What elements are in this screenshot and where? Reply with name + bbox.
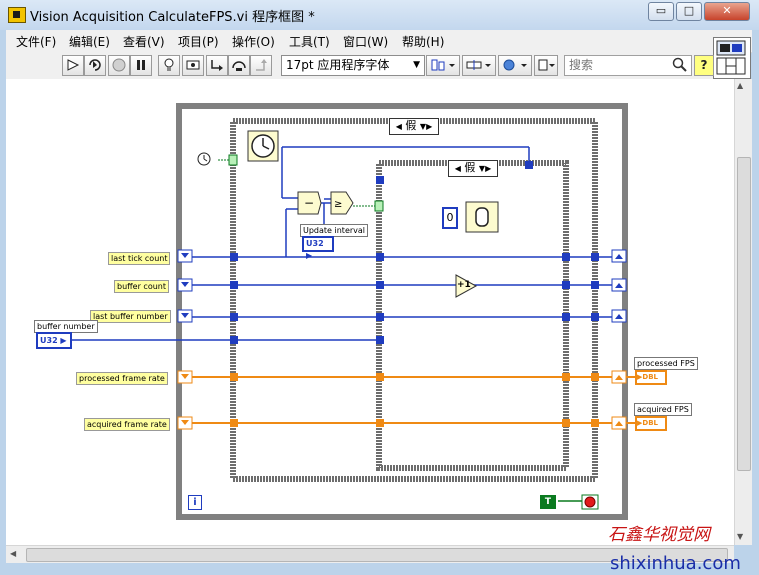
- labview-vi-icon: [8, 7, 26, 23]
- window-title: Vision Acquisition CalculateFPS.vi 程序框图 …: [30, 10, 315, 25]
- iteration-terminal[interactable]: i: [188, 495, 202, 510]
- align-objects-icon[interactable]: [426, 55, 460, 76]
- processed-fps-type: DBL: [642, 373, 658, 381]
- run-continuously-icon[interactable]: [84, 55, 106, 76]
- step-over-icon[interactable]: [228, 55, 250, 76]
- acquired-fps-indicator[interactable]: ▶DBL: [635, 416, 667, 431]
- watermark-url: shixinhua.com: [610, 553, 741, 574]
- block-diagram-canvas[interactable]: − ≥ ◀ 假 ▼▶ ◀ 假 ▼▶ 0 +1 last tick count b…: [6, 79, 734, 545]
- numeric-constant[interactable]: 0: [442, 207, 458, 229]
- menu-edit[interactable]: 编辑(E): [69, 33, 110, 50]
- menu-window[interactable]: 窗口(W): [343, 33, 388, 50]
- vertical-scrollbar[interactable]: ▲ ▼: [734, 79, 752, 545]
- close-button[interactable]: ✕: [704, 2, 750, 21]
- search-input[interactable]: 搜索: [564, 55, 692, 76]
- vi-icon-pane[interactable]: [713, 37, 751, 79]
- toolbar: 17pt 应用程序字体 ▼ 搜索 ?: [6, 52, 714, 79]
- menu-project[interactable]: 项目(P): [178, 33, 219, 50]
- true-constant[interactable]: T: [540, 495, 556, 509]
- cleanup-diagram-icon[interactable]: [534, 55, 558, 76]
- processed-frame-rate-label: processed frame rate: [76, 372, 168, 385]
- menu-operate[interactable]: 操作(O): [232, 33, 275, 50]
- buffer-number-control[interactable]: U32 ▶: [36, 332, 72, 349]
- acquired-fps-type: DBL: [642, 419, 658, 427]
- update-interval-type: U32: [306, 239, 324, 248]
- menu-help[interactable]: 帮助(H): [402, 33, 444, 50]
- inner-case-selector[interactable]: ◀ 假 ▼▶: [448, 160, 498, 177]
- minimize-button[interactable]: ▭: [648, 2, 674, 21]
- inner-case-selector-terminal: [374, 200, 384, 212]
- chevron-down-icon: ▼: [413, 60, 420, 70]
- title-bar: Vision Acquisition CalculateFPS.vi 程序框图 …: [0, 0, 759, 30]
- inner-case-selector-value: 假: [464, 161, 476, 174]
- case-selector-terminal: [228, 154, 238, 166]
- processed-fps-indicator[interactable]: ▶DBL: [635, 370, 667, 385]
- font-selector[interactable]: 17pt 应用程序字体 ▼: [281, 55, 425, 76]
- acquired-fps-label: acquired FPS: [634, 403, 692, 416]
- menu-tools[interactable]: 工具(T): [289, 33, 330, 50]
- svg-text:−: −: [304, 196, 314, 210]
- connector-pane-icon: [716, 40, 746, 75]
- reorder-icon[interactable]: [498, 55, 532, 76]
- buffer-count-label: buffer count: [114, 280, 169, 293]
- retain-wire-values-icon[interactable]: [182, 55, 204, 76]
- search-icon: [672, 57, 687, 72]
- pause-icon[interactable]: [130, 55, 152, 76]
- increment-glyph: +1: [457, 280, 471, 290]
- context-help-button[interactable]: ?: [694, 55, 714, 76]
- highlight-execution-icon[interactable]: [158, 55, 180, 76]
- scroll-up-icon[interactable]: ▲: [737, 81, 743, 90]
- processed-fps-label: processed FPS: [634, 357, 698, 370]
- outer-case-frame: [230, 118, 598, 482]
- maximize-button[interactable]: □: [676, 2, 702, 21]
- step-out-icon[interactable]: [250, 55, 272, 76]
- step-into-icon[interactable]: [206, 55, 228, 76]
- outer-case-selector-value: 假: [405, 119, 417, 132]
- scroll-left-icon[interactable]: ◀: [10, 549, 16, 558]
- vertical-scroll-thumb[interactable]: [737, 157, 751, 471]
- search-placeholder: 搜索: [569, 58, 594, 72]
- svg-text:≥: ≥: [334, 199, 342, 210]
- buffer-number-type: U32: [40, 336, 58, 345]
- acquired-frame-rate-label: acquired frame rate: [84, 418, 170, 431]
- menu-file[interactable]: 文件(F): [16, 33, 56, 50]
- last-tick-count-label: last tick count: [108, 252, 171, 265]
- font-selector-value: 17pt 应用程序字体: [286, 58, 390, 72]
- menu-view[interactable]: 查看(V): [123, 33, 165, 50]
- menu-bar: 文件(F) 编辑(E) 查看(V) 项目(P) 操作(O) 工具(T) 窗口(W…: [6, 30, 752, 53]
- abort-icon[interactable]: [108, 55, 130, 76]
- update-interval-control[interactable]: U32 ▶: [302, 236, 334, 260]
- last-buffer-number-label: last buffer number: [90, 310, 171, 323]
- outer-case-selector[interactable]: ◀ 假 ▼▶: [389, 118, 439, 135]
- scroll-down-icon[interactable]: ▼: [737, 532, 743, 541]
- watermark-logo: 石鑫华视觉网: [608, 525, 710, 545]
- run-arrow-icon[interactable]: [62, 55, 84, 76]
- distribute-objects-icon[interactable]: [462, 55, 496, 76]
- while-loop-frame: [176, 103, 628, 520]
